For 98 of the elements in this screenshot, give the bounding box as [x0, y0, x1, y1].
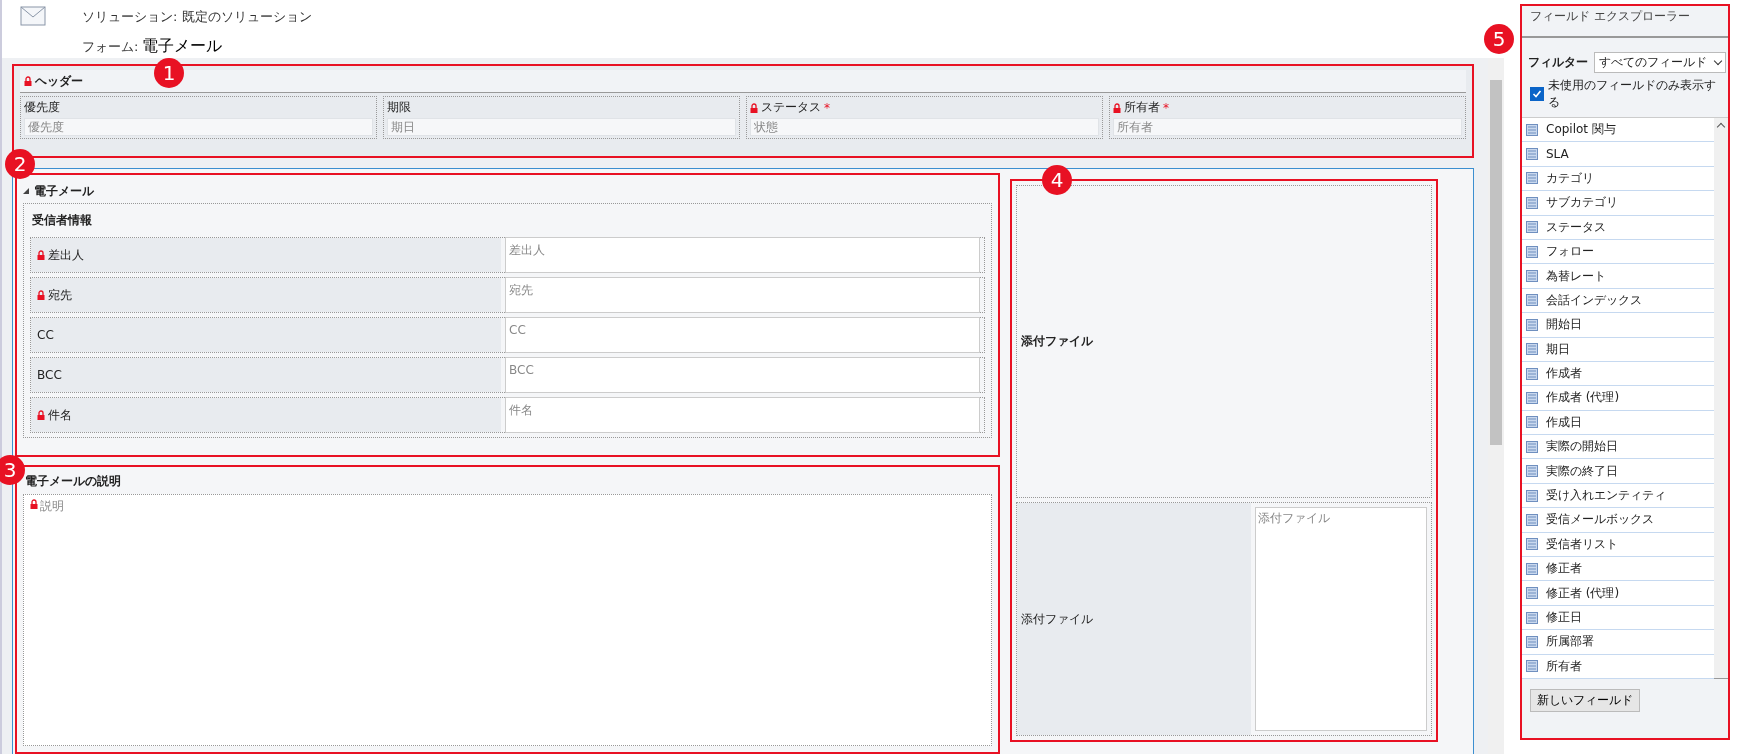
section-title: 添付ファイル — [1021, 333, 1093, 350]
field-icon — [1526, 611, 1538, 624]
callout-badge: 4 — [1042, 165, 1072, 195]
input-field[interactable]: 期日 — [387, 118, 736, 136]
field-label: ステータス — [761, 99, 821, 116]
required-mark: * — [824, 100, 830, 115]
field-icon — [1526, 587, 1538, 600]
field-list-item[interactable]: フォロー — [1522, 239, 1714, 265]
field-icon — [1526, 392, 1538, 404]
field-icon — [1526, 416, 1538, 429]
field-list-item[interactable]: 修正者 (代理) — [1522, 581, 1714, 606]
input-field[interactable]: CC — [505, 317, 980, 353]
field-label: 優先度 — [24, 99, 60, 116]
field-list-item[interactable]: カテゴリ — [1522, 166, 1714, 192]
field-label: 差出人 — [48, 246, 84, 264]
field-icon — [1526, 123, 1538, 136]
field-icon — [1526, 660, 1538, 673]
panel-title: フィールド エクスプローラー — [1522, 6, 1728, 38]
field-list-item[interactable]: 会話インデックス — [1522, 288, 1714, 314]
field-label: 添付ファイル — [1021, 610, 1093, 628]
filter-dropdown[interactable]: すべてのフィールド — [1594, 52, 1726, 73]
input-field[interactable]: 所有者 — [1113, 118, 1462, 136]
field-label: BCC — [37, 368, 62, 382]
field-list-item[interactable]: Copilot 関与 — [1522, 118, 1714, 143]
field-icon — [1526, 148, 1538, 161]
input-field[interactable]: 宛先 — [505, 277, 980, 313]
section-title: ヘッダー — [35, 72, 83, 90]
field-icon — [1526, 245, 1538, 258]
lock-icon — [30, 499, 38, 509]
checkbox-label: 未使用のフィールドのみ表示する — [1547, 77, 1717, 111]
field-icon — [1526, 270, 1538, 283]
input-field[interactable]: 優先度 — [24, 118, 373, 136]
filter-label: フィルター — [1528, 54, 1588, 71]
field-list-item[interactable]: サブカテゴリ — [1522, 191, 1714, 216]
callout-badge: 3 — [0, 455, 25, 485]
field-icon — [1526, 440, 1538, 453]
field-list-item[interactable]: SLA — [1522, 142, 1714, 167]
field-list-item[interactable]: 作成者 (代理) — [1522, 386, 1714, 411]
field-icon — [1526, 562, 1538, 575]
form-name: 電子メール — [142, 36, 223, 57]
field-list-item[interactable]: 期日 — [1522, 337, 1714, 362]
scrollbar[interactable] — [1714, 118, 1728, 678]
field-list-item[interactable]: 開始日 — [1522, 313, 1714, 338]
field-icon — [1526, 635, 1538, 648]
field-icon — [1526, 343, 1538, 356]
field-list-item[interactable]: 修正者 — [1522, 557, 1714, 582]
field-label: CC — [37, 328, 54, 342]
collapse-icon[interactable] — [23, 188, 29, 194]
field-icon — [1526, 465, 1538, 478]
field-list-item[interactable]: 受信メールボックス — [1522, 508, 1714, 533]
lock-icon — [37, 410, 45, 420]
field-icon — [1526, 513, 1538, 526]
field-icon — [1526, 172, 1538, 185]
input-field[interactable]: BCC — [505, 357, 980, 393]
field-icon — [1526, 196, 1538, 209]
attachment-field[interactable]: 添付ファイル — [1255, 507, 1427, 731]
section-title: 電子メールの説明 — [24, 473, 122, 490]
field-list-item[interactable]: 修正日 — [1522, 605, 1714, 631]
field-label: 宛先 — [48, 286, 72, 304]
solution-label: ソリューション: 既定のソリューション — [82, 8, 312, 26]
form-label: フォーム: — [82, 38, 139, 56]
callout-badge: 2 — [5, 149, 35, 179]
lock-icon — [37, 250, 45, 260]
input-field[interactable]: 件名 — [505, 397, 980, 433]
lock-icon — [750, 102, 758, 113]
lock-icon — [24, 76, 32, 86]
field-list-item[interactable]: 受信者リスト — [1522, 532, 1714, 558]
input-field[interactable]: 差出人 — [505, 237, 980, 273]
callout-badge: 5 — [1484, 24, 1514, 54]
field-icon — [1526, 367, 1538, 380]
field-list-item[interactable]: 作成者 — [1522, 361, 1714, 387]
envelope-icon — [20, 6, 46, 26]
field-icon — [1526, 221, 1538, 234]
field-list-item[interactable]: ステータス — [1522, 215, 1714, 240]
field-label: 所有者 — [1124, 99, 1160, 116]
field-list-item[interactable]: 実際の開始日 — [1522, 435, 1714, 460]
field-list-item[interactable]: 所有者 — [1522, 654, 1714, 679]
section-title: 受信者情報 — [31, 212, 93, 229]
lock-icon — [1113, 102, 1121, 113]
required-mark: * — [1163, 100, 1169, 115]
checkbox[interactable] — [1530, 87, 1544, 101]
new-field-button[interactable]: 新しいフィールド — [1530, 689, 1640, 712]
field-icon — [1526, 318, 1538, 331]
field-list-item[interactable]: 作成日 — [1522, 410, 1714, 436]
field-list-item[interactable]: 所属部署 — [1522, 630, 1714, 655]
field-icon — [1526, 294, 1538, 307]
lock-icon — [37, 290, 45, 300]
field-label: 件名 — [48, 406, 72, 424]
field-label: 期限 — [387, 99, 411, 116]
field-list-item[interactable]: 実際の終了日 — [1522, 459, 1714, 484]
field-icon — [1526, 538, 1538, 551]
callout-badge: 1 — [154, 58, 184, 88]
input-field[interactable]: 状態 — [750, 118, 1099, 136]
field-list-item[interactable]: 為替レート — [1522, 264, 1714, 289]
description-field[interactable]: 説明 — [40, 499, 100, 513]
tab-title: 電子メール — [34, 182, 94, 200]
field-icon — [1526, 489, 1538, 502]
field-list-item[interactable]: 受け入れエンティティ — [1522, 483, 1714, 509]
